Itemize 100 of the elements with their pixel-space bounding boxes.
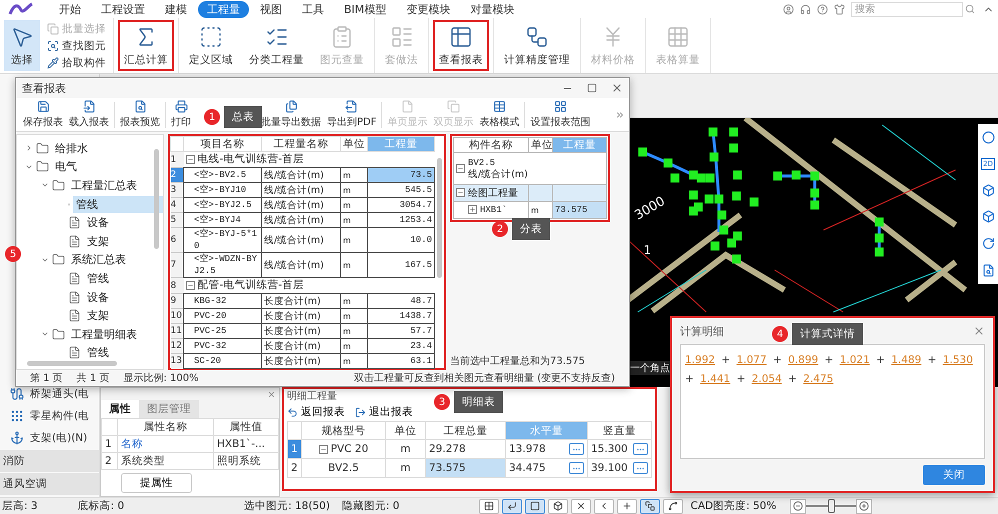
status-tool-button[interactable] xyxy=(617,498,638,514)
status-tool-button[interactable] xyxy=(663,498,684,514)
collapse-icon[interactable] xyxy=(186,280,194,290)
toolbar-button[interactable]: 表格模式 xyxy=(476,100,522,129)
close-button[interactable]: 关闭 xyxy=(923,465,985,485)
panel-tab[interactable]: 属性 xyxy=(101,400,139,418)
status-tool-button[interactable] xyxy=(479,498,500,514)
toolbar-button[interactable]: 导出到PDF xyxy=(324,100,380,129)
row-number[interactable]: 8 xyxy=(170,278,184,294)
toolbar-button[interactable]: 设置报表范围 xyxy=(527,100,594,129)
tree-item[interactable]: 管线 xyxy=(73,196,163,213)
search-icon[interactable] xyxy=(965,4,975,14)
row-number[interactable]: 11 xyxy=(170,324,184,338)
tree-item[interactable]: 设备 xyxy=(84,288,112,306)
ribbon-button[interactable]: 汇总计算 xyxy=(118,20,174,71)
menu-tab[interactable]: 建模 xyxy=(156,0,196,18)
toolbar-button[interactable]: 打印 xyxy=(168,100,194,129)
menu-tab[interactable]: 对量模块 xyxy=(461,0,524,18)
cube-icon[interactable] xyxy=(982,184,994,197)
row-number[interactable]: 10 xyxy=(170,308,184,324)
row-number[interactable]: 3 xyxy=(170,182,184,198)
extract-properties-button[interactable]: 提属性 xyxy=(121,473,192,493)
toolbar-button[interactable]: 保存报表 xyxy=(20,100,66,129)
column-header[interactable]: 竖直量 xyxy=(588,422,652,440)
menu-tab[interactable]: 工程量 xyxy=(198,0,249,18)
row-number[interactable]: 4 xyxy=(170,198,184,212)
more-button[interactable] xyxy=(633,462,648,474)
collapse-icon[interactable] xyxy=(186,154,194,164)
ribbon-button[interactable]: 选择 xyxy=(4,20,40,71)
tree-item[interactable]: 支架 xyxy=(84,232,112,250)
increase-button[interactable] xyxy=(856,498,872,514)
menu-tab[interactable]: 变更模块 xyxy=(397,0,460,18)
nav-category[interactable]: 消防 xyxy=(0,450,99,472)
ribbon-button[interactable]: 查看报表 xyxy=(433,20,489,71)
row-number[interactable]: 9 xyxy=(170,294,184,308)
panel-tab[interactable]: 图层管理 xyxy=(139,400,199,418)
toolbar-button[interactable]: 报表预览 xyxy=(117,100,163,129)
ribbon-button[interactable]: 分类工程量 xyxy=(243,20,310,71)
row-number[interactable]: 7 xyxy=(170,252,184,278)
user-icon[interactable] xyxy=(783,4,794,14)
more-icon[interactable] xyxy=(615,110,625,120)
tree-item[interactable]: 工程量汇总表 xyxy=(68,176,140,194)
ribbon-button[interactable]: 定义区域 xyxy=(183,20,239,71)
status-tool-button[interactable] xyxy=(525,498,546,514)
menu-tab[interactable]: 视图 xyxy=(251,0,291,18)
column-header[interactable]: 单位 xyxy=(340,136,368,152)
row-number[interactable]: 13 xyxy=(170,354,184,368)
status-tool-button[interactable] xyxy=(640,498,660,514)
brightness-slider[interactable] xyxy=(806,498,856,514)
nav-item[interactable]: 零星构件(电 xyxy=(0,405,99,427)
menu-tab[interactable]: BIM模型 xyxy=(335,0,396,18)
more-button[interactable] xyxy=(569,462,584,474)
row-number[interactable]: 12 xyxy=(170,338,184,354)
column-header[interactable]: 单位 xyxy=(528,138,552,152)
scrollbar[interactable] xyxy=(27,361,117,366)
tree-item[interactable]: 设备 xyxy=(84,214,112,232)
tree-item[interactable]: 电气 xyxy=(52,158,80,176)
search-field[interactable]: 搜索 xyxy=(851,2,963,16)
ribbon-button[interactable]: 拾取构件 xyxy=(44,54,109,70)
status-tool-button[interactable] xyxy=(548,498,568,514)
toolbar-button[interactable]: 载入报表 xyxy=(66,100,112,129)
scrollbar[interactable] xyxy=(154,149,159,249)
row-number[interactable]: 6 xyxy=(170,228,184,252)
tree-item[interactable]: 管线 xyxy=(84,344,112,362)
slider-thumb[interactable] xyxy=(828,498,836,512)
nav-item[interactable]: 桥架通头(电 xyxy=(0,383,99,405)
shirt-icon[interactable] xyxy=(834,4,845,14)
close-icon[interactable] xyxy=(611,82,623,94)
collapsed-caret-icon[interactable] xyxy=(25,144,33,152)
more-button[interactable] xyxy=(569,443,584,455)
row-number[interactable]: 2 xyxy=(288,458,302,478)
panel-action-button[interactable]: 返回报表 xyxy=(287,405,345,419)
status-tool-button[interactable] xyxy=(502,498,522,514)
collapse-icon[interactable] xyxy=(456,188,465,198)
help-icon[interactable] xyxy=(817,4,828,14)
maximize-icon[interactable] xyxy=(587,83,597,93)
column-header[interactable]: 项目名称 xyxy=(184,136,262,152)
more-button[interactable] xyxy=(633,443,648,455)
menu-tab[interactable]: 开始 xyxy=(50,0,90,18)
tree-item[interactable]: 支架 xyxy=(84,307,112,324)
decrease-button[interactable] xyxy=(790,498,806,514)
headset-icon[interactable] xyxy=(800,4,811,14)
ribbon-button[interactable]: 查找图元 xyxy=(44,38,109,54)
row-number[interactable]: 1 xyxy=(170,152,184,168)
orbit-icon[interactable] xyxy=(982,130,994,144)
collapse-icon[interactable] xyxy=(318,444,328,454)
tree-item[interactable]: 工程量明细表 xyxy=(68,326,140,343)
nav-item[interactable]: 支架(电)(N) xyxy=(0,427,99,449)
column-header[interactable]: 单位 xyxy=(386,422,426,440)
tree-item[interactable]: 管线 xyxy=(84,270,112,287)
tree-item[interactable]: 系统汇总表 xyxy=(68,251,129,268)
rotate-icon[interactable] xyxy=(982,237,994,250)
collapse-icon[interactable] xyxy=(456,164,465,173)
menu-tab[interactable]: 工程设置 xyxy=(92,0,154,18)
view-list-icon[interactable] xyxy=(982,264,994,278)
column-header[interactable]: 规格型号 xyxy=(302,422,386,440)
close-icon[interactable] xyxy=(267,390,276,398)
tree-item[interactable]: 给排水 xyxy=(52,140,91,157)
column-header[interactable]: 工程量名称 xyxy=(262,136,340,152)
column-header[interactable]: 构件名称 xyxy=(454,138,528,152)
